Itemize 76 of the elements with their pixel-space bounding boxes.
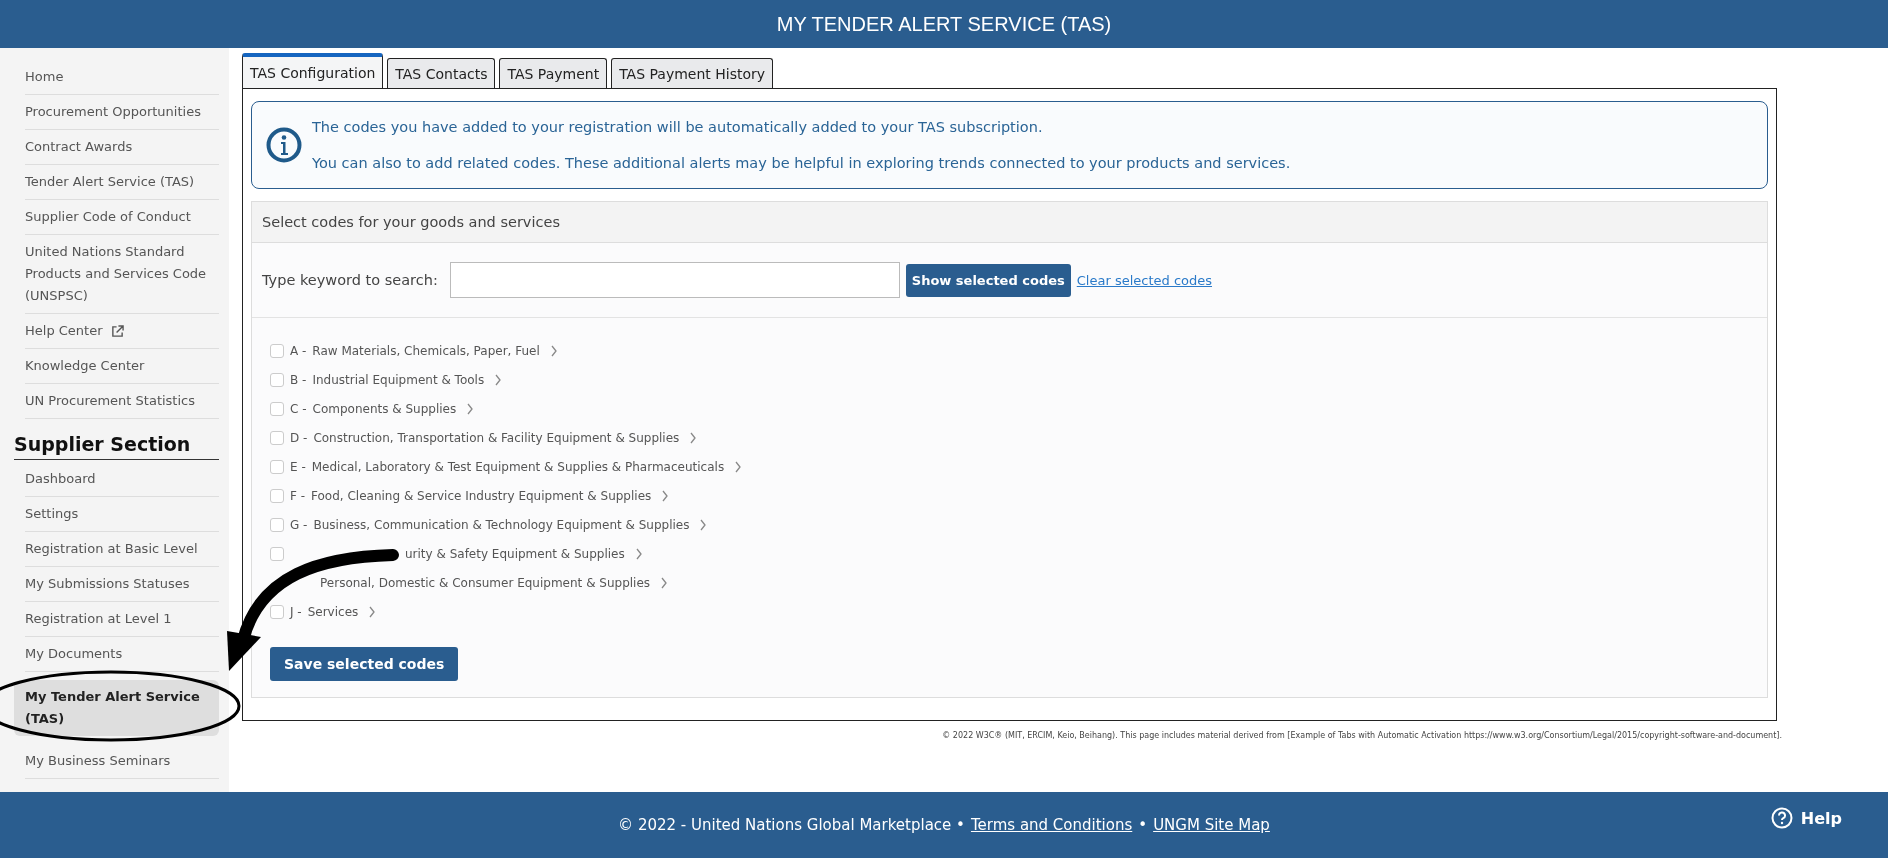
- footer-separator: •: [1138, 816, 1148, 834]
- code-label[interactable]: Construction, Transportation & Facility Equipment & Supplies: [313, 431, 680, 445]
- sidebar-item[interactable]: Help Center: [25, 314, 219, 349]
- search-field[interactable]: [449, 262, 900, 298]
- sidebar-item[interactable]: Supplier Code of Conduct: [25, 200, 219, 235]
- sidebar-item[interactable]: My Business Seminars: [25, 744, 219, 779]
- copyright-note: © 2022 W3C® (MIT, ERCIM, Keio, Beihang). This page includes material derived from [Example of Tabs with Automatic Activation https://www.w3.org/Consortium/Legal/2015/copyright-software-and-document].: [942, 731, 1782, 740]
- sidebar-item[interactable]: My Tender Alert Service (TAS): [14, 680, 219, 736]
- code-label[interactable]: Food, Cleaning & Service Industry Equipment & Supplies: [311, 489, 652, 503]
- sidebar-item[interactable]: My Submissions Statuses: [25, 567, 219, 602]
- sidebar-item[interactable]: Tender Alert Service (TAS): [25, 165, 219, 200]
- code-label[interactable]: Business, Communication & Technology Equipment & Supplies: [313, 518, 690, 532]
- chevron-right-icon[interactable]: [689, 432, 698, 444]
- sidebar-item[interactable]: United Nations Standard Products and Services Code (UNSPSC): [25, 235, 219, 314]
- footer-copyright: © 2022 - United Nations Global Marketplace •: [618, 816, 965, 834]
- chevron-right-icon[interactable]: [661, 490, 670, 502]
- info-text: You can also to add related codes. These additional alerts may be helpful in exploring trends connected to your products and services.: [312, 155, 1291, 171]
- footer-link[interactable]: Terms and Conditions: [970, 816, 1133, 834]
- tab[interactable]: TAS Payment: [499, 58, 608, 89]
- code-label[interactable]: Components & Supplies: [312, 402, 457, 416]
- help-button[interactable]: Help: [1764, 806, 1848, 830]
- code-letter: F -: [290, 489, 306, 503]
- code-letter: G -: [290, 518, 308, 532]
- sidebar-item[interactable]: Dashboard: [25, 462, 219, 497]
- page-title: MY TENDER ALERT SERVICE (TAS): [0, 0, 1888, 48]
- chevron-right-icon[interactable]: [634, 548, 643, 560]
- code-label[interactable]: Medical, Laboratory & Test Equipment & Supplies & Pharmaceuticals: [311, 460, 725, 474]
- checkbox[interactable]: [270, 547, 284, 561]
- clear-link[interactable]: Clear selected codes: [1076, 272, 1212, 288]
- chevron-right-icon[interactable]: [466, 403, 475, 415]
- sidebar-item[interactable]: Procurement Opportunities: [25, 95, 219, 130]
- checkbox[interactable]: [270, 518, 284, 532]
- chevron-right-icon[interactable]: [734, 461, 743, 473]
- code-label[interactable]: Personal, Domestic & Consumer Equipment & Supplies: [320, 576, 651, 590]
- code-label[interactable]: urity & Safety Equipment & Supplies: [405, 547, 625, 561]
- chevron-right-icon[interactable]: [660, 577, 669, 589]
- sidebar-item[interactable]: Registration at Level 1: [25, 602, 219, 637]
- tab[interactable]: TAS Configuration: [242, 53, 384, 89]
- chevron-right-icon[interactable]: [699, 519, 708, 531]
- chevron-right-icon[interactable]: [368, 606, 377, 618]
- code-letter: B -: [290, 373, 307, 387]
- panel-title: Select codes for your goods and services: [252, 202, 1767, 243]
- checkbox[interactable]: [270, 605, 284, 619]
- sidebar-item[interactable]: Knowledge Center: [25, 349, 219, 384]
- checkbox[interactable]: [270, 402, 284, 416]
- checkbox[interactable]: [270, 344, 284, 358]
- save-button[interactable]: Save selected codes: [270, 647, 459, 681]
- sidebar-item[interactable]: Settings: [25, 497, 219, 532]
- checkbox[interactable]: [270, 460, 284, 474]
- footer-link[interactable]: UNGM Site Map: [1153, 816, 1270, 834]
- code-letter: D -: [290, 431, 308, 445]
- code-letter: C -: [290, 402, 307, 416]
- checkbox[interactable]: [270, 489, 284, 503]
- code-letter: J -: [290, 605, 302, 619]
- show-selected-button[interactable]: Show selected codes: [905, 263, 1071, 297]
- sidebar-item[interactable]: Contract Awards: [25, 130, 219, 165]
- tab[interactable]: TAS Contacts: [387, 58, 496, 89]
- tab[interactable]: TAS Payment History: [611, 58, 774, 89]
- sidebar-item[interactable]: UN Procurement Statistics: [25, 384, 219, 419]
- info-icon: [266, 127, 302, 163]
- checkbox[interactable]: [270, 373, 284, 387]
- chevron-right-icon[interactable]: [494, 374, 503, 386]
- code-letter: A -: [290, 344, 307, 358]
- sidebar-item[interactable]: Registration at Basic Level: [25, 532, 219, 567]
- sidebar-item[interactable]: My Documents: [25, 637, 219, 672]
- search-label: Type keyword to search:: [262, 272, 438, 288]
- section-title: Supplier Section: [14, 433, 219, 460]
- code-label[interactable]: Services: [307, 605, 359, 619]
- question-icon: [1770, 807, 1793, 829]
- code-label[interactable]: Raw Materials, Chemicals, Paper, Fuel: [312, 344, 540, 358]
- sidebar-item[interactable]: Home: [25, 60, 219, 95]
- checkbox[interactable]: [270, 431, 284, 445]
- info-text: The codes you have added to your registration will be automatically added to your TAS subscription.: [312, 119, 1044, 135]
- code-letter: E -: [290, 460, 306, 474]
- chevron-right-icon[interactable]: [549, 345, 558, 357]
- code-label[interactable]: Industrial Equipment & Tools: [312, 373, 485, 387]
